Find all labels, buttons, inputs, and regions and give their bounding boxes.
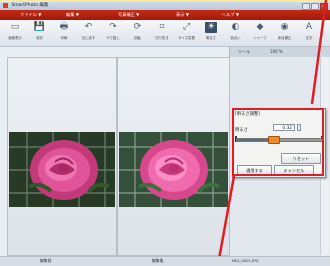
redeye-icon: ◉ bbox=[280, 22, 289, 32]
before-photo bbox=[9, 132, 115, 207]
toolbar-label: サイズ変更 bbox=[178, 36, 195, 40]
screen-icon: ▭ bbox=[10, 22, 20, 32]
toolbar-label: 切り抜き bbox=[155, 36, 169, 40]
toolbar-button-sharpen[interactable]: ◆ シャープ bbox=[249, 21, 271, 43]
toolbar: ▭ 画像表示 💾 保存 🖶 印刷 ↶ 元に戻す ↷ やり直し ⟳ 回転 ⌗ 切り抜き ⤢ サイズ変更 ☀ 明るさ ◐… bbox=[0, 20, 330, 47]
pointer-arrow-top bbox=[310, 0, 328, 105]
toolbar-label: 元に戻す bbox=[81, 36, 96, 40]
toolbar-label: 色合い bbox=[230, 36, 241, 40]
toolbar-button-save[interactable]: 💾 保存 bbox=[29, 21, 51, 43]
print-icon: 🖶 bbox=[59, 22, 69, 32]
menu-item-0[interactable]: ファイル ▼ bbox=[20, 10, 41, 20]
after-caption: 編集後 bbox=[152, 258, 164, 263]
apply-button[interactable]: 適用する bbox=[237, 165, 272, 176]
toolbar-button-screen[interactable]: ▭ 画像表示 bbox=[4, 21, 26, 43]
toolbar-label: 画像表示 bbox=[8, 36, 22, 40]
toolbar-label: やり直し bbox=[106, 36, 120, 40]
reset-button[interactable]: リセット bbox=[281, 153, 321, 164]
toolbar-button-color[interactable]: ◐ 色合い bbox=[225, 21, 247, 43]
brightness-slider[interactable] bbox=[236, 136, 323, 144]
dialog-title: [明るさ調整] bbox=[235, 112, 260, 117]
brightness-spinner[interactable] bbox=[297, 124, 301, 131]
side-panel-title: ツール bbox=[238, 49, 250, 54]
rotate-icon: ⟳ bbox=[133, 22, 142, 32]
slider-thumb[interactable] bbox=[267, 136, 280, 144]
crop-icon: ⌗ bbox=[159, 22, 165, 32]
toolbar-button-resize[interactable]: ⤢ サイズ変更 bbox=[176, 21, 198, 43]
before-caption: 編集前 bbox=[40, 258, 52, 263]
menu-bar: ファイル ▼ 編集 ▼ 写真補正 ▼ 表示 ▼ ヘルプ ▼ bbox=[0, 10, 330, 20]
toolbar-button-redo[interactable]: ↷ やり直し bbox=[102, 21, 124, 43]
resize-icon: ⤢ bbox=[182, 22, 191, 32]
toolbar-label: 赤目補正 bbox=[277, 36, 292, 40]
redo-icon: ↷ bbox=[109, 22, 117, 32]
zoom-level[interactable]: 100 % bbox=[270, 47, 283, 57]
title-bar: SmartPhoto 編集 bbox=[0, 2, 330, 10]
cancel-button[interactable]: キャンセル bbox=[274, 165, 314, 176]
pointer-arrow-bottom bbox=[216, 176, 236, 266]
brightness-icon: ☀ bbox=[205, 22, 217, 33]
window-title: SmartPhoto 編集 bbox=[11, 3, 49, 8]
menu-item-1[interactable]: 編集 ▼ bbox=[66, 10, 79, 20]
before-image-pane bbox=[7, 57, 117, 256]
brightness-label: 明るさ bbox=[235, 128, 248, 133]
after-image-pane bbox=[117, 57, 230, 256]
color-icon: ◐ bbox=[231, 22, 240, 32]
after-photo bbox=[119, 132, 228, 207]
menu-item-3[interactable]: 表示 ▼ bbox=[176, 10, 189, 20]
brightness-dialog: [明るさ調整] 明るさ 0.32 リセット 適用する キャンセル bbox=[232, 108, 326, 178]
toolbar-label: シャープ bbox=[253, 36, 267, 40]
app-icon bbox=[3, 3, 8, 8]
toolbar-button-print[interactable]: 🖶 印刷 bbox=[53, 21, 75, 43]
toolbar-label: 印刷 bbox=[60, 36, 68, 40]
toolbar-button-brightness[interactable]: ☀ 明るさ bbox=[200, 21, 222, 43]
toolbar-button-crop[interactable]: ⌗ 切り抜き bbox=[151, 21, 173, 43]
file-name: IMG_0001.JPG bbox=[232, 258, 259, 263]
toolbar-label: 保存 bbox=[36, 36, 43, 40]
menu-item-4[interactable]: ヘルプ ▼ bbox=[222, 10, 239, 20]
brightness-value-input[interactable]: 0.32 bbox=[273, 124, 295, 131]
save-icon: 💾 bbox=[33, 22, 46, 32]
sharpen-icon: ◆ bbox=[256, 22, 264, 32]
toolbar-button-rotate[interactable]: ⟳ 回転 bbox=[127, 21, 149, 43]
menu-item-2[interactable]: 写真補正 ▼ bbox=[118, 10, 139, 20]
toolbar-label: 回転 bbox=[134, 36, 141, 40]
undo-icon: ↶ bbox=[84, 22, 93, 32]
toolbar-button-redeye[interactable]: ◉ 赤目補正 bbox=[274, 21, 296, 43]
toolbar-label: 明るさ bbox=[205, 36, 217, 40]
toolbar-button-undo[interactable]: ↶ 元に戻す bbox=[78, 21, 100, 43]
